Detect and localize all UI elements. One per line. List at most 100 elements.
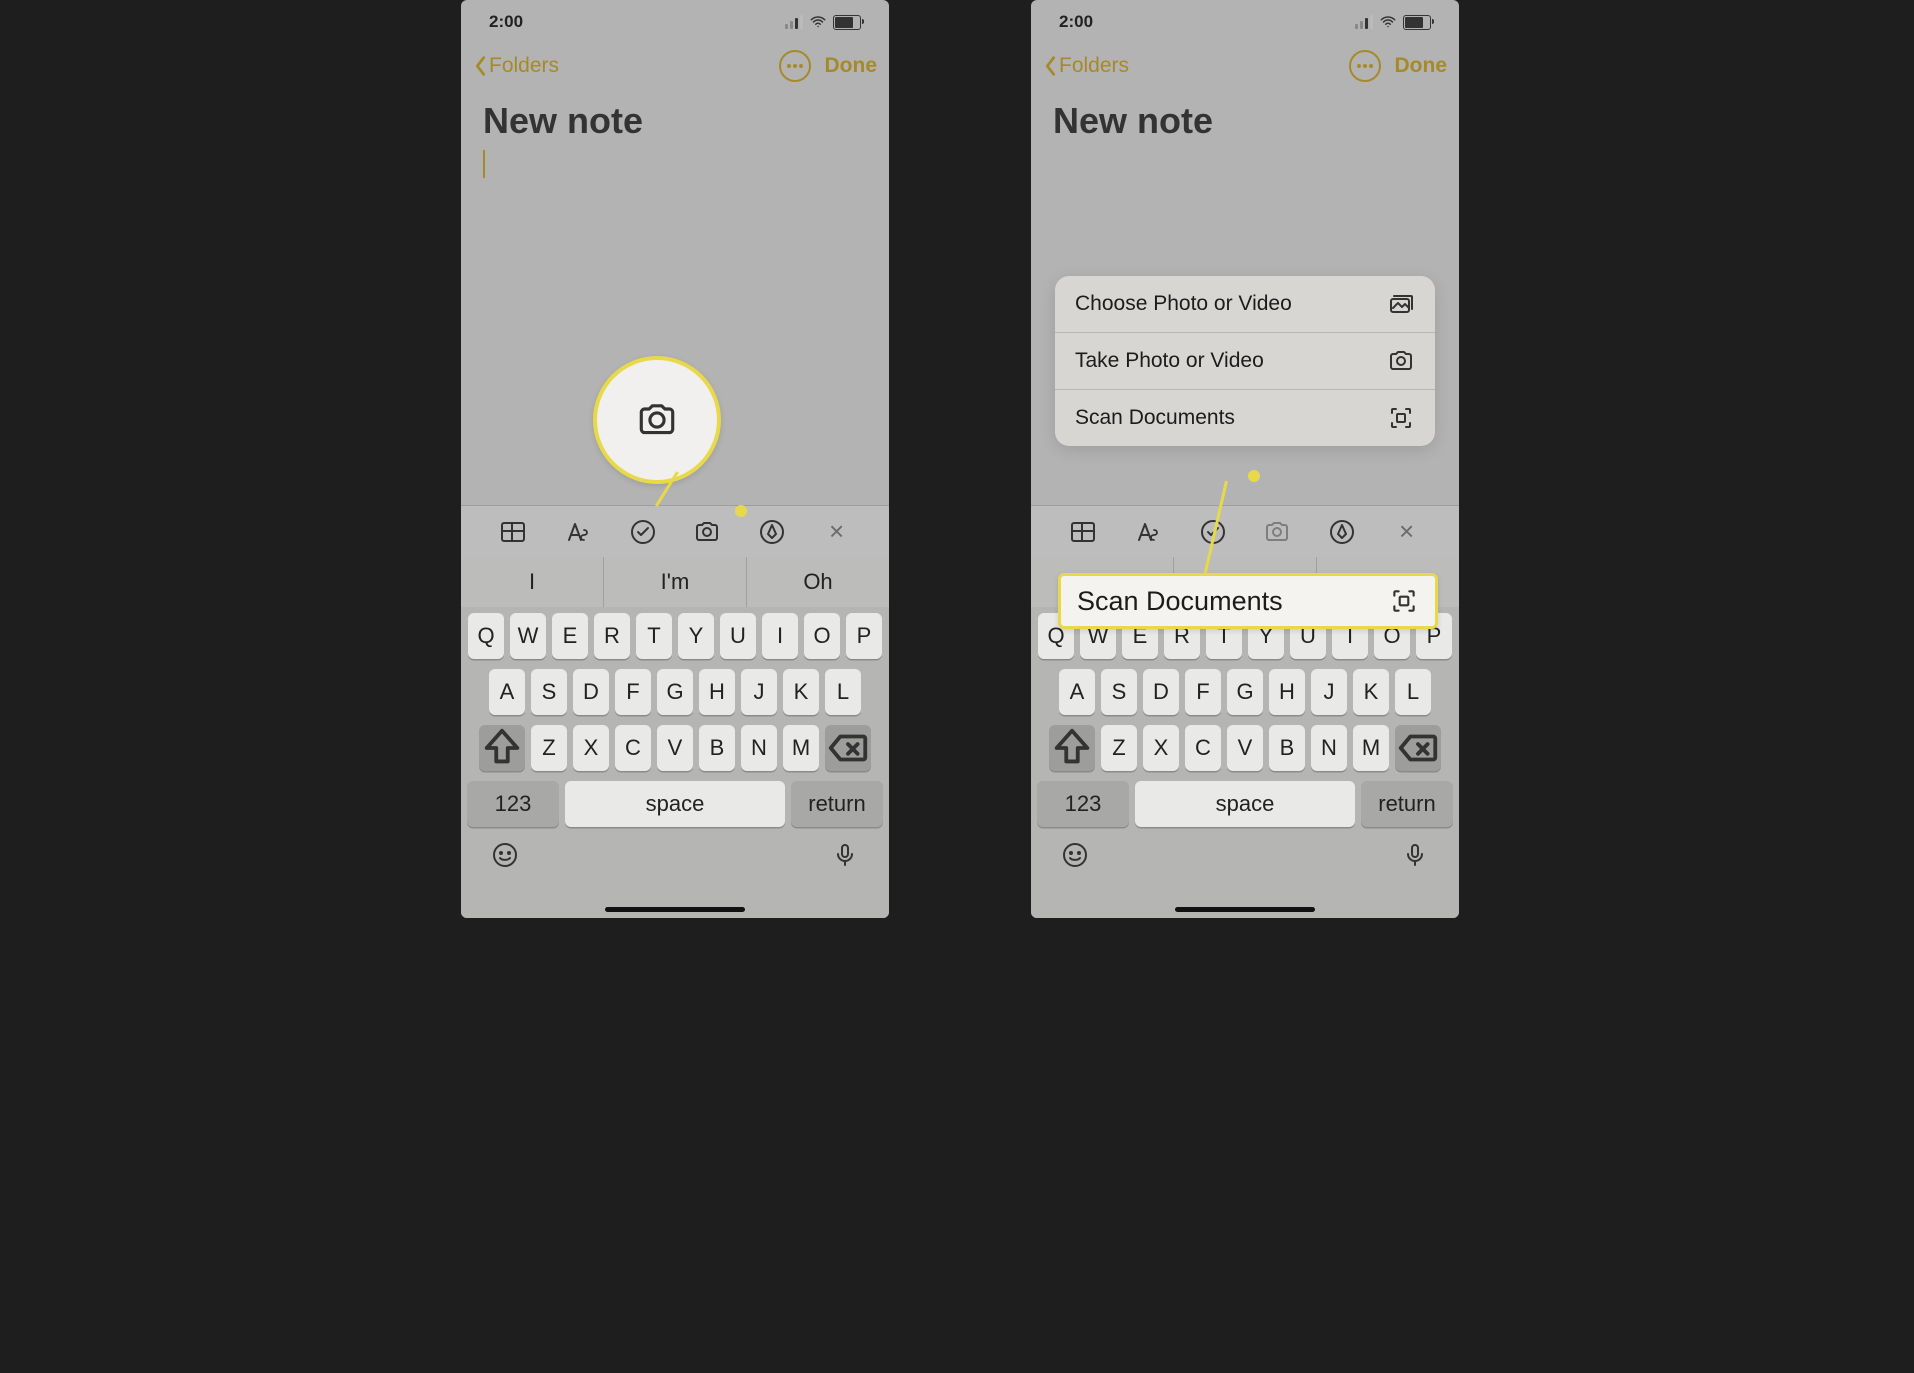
key-f[interactable]: F [615,669,651,715]
key-b[interactable]: B [1269,725,1305,771]
close-icon[interactable]: × [1392,517,1422,547]
return-key[interactable]: return [1361,781,1453,827]
key-q[interactable]: Q [468,613,504,659]
nav-bar: Folders Done [461,44,889,88]
highlight-dot [1248,470,1260,482]
done-button[interactable]: Done [1395,54,1448,78]
key-m[interactable]: M [1353,725,1389,771]
key-c[interactable]: C [615,725,651,771]
menu-take-photo[interactable]: Take Photo or Video [1055,333,1435,390]
key-z[interactable]: Z [1101,725,1137,771]
suggestion-1[interactable]: I [461,557,604,607]
more-button[interactable] [1349,50,1381,82]
numbers-key[interactable]: 123 [1037,781,1129,827]
note-body[interactable]: New note [461,88,889,186]
home-indicator[interactable] [1175,907,1315,912]
key-p[interactable]: P [846,613,882,659]
suggestion-2[interactable]: I'm [604,557,747,607]
key-t[interactable]: T [636,613,672,659]
checklist-icon[interactable] [628,517,658,547]
return-key[interactable]: return [791,781,883,827]
text-format-icon[interactable] [1133,517,1163,547]
note-body[interactable]: New note [1031,88,1459,158]
key-d[interactable]: D [573,669,609,715]
shift-key[interactable] [479,725,525,771]
dictation-key[interactable] [831,841,859,874]
battery-icon [1403,15,1431,30]
table-icon[interactable] [498,517,528,547]
callout-label: Scan Documents [1077,586,1283,617]
camera-icon[interactable] [692,517,722,547]
key-m[interactable]: M [783,725,819,771]
markup-icon[interactable] [757,517,787,547]
emoji-key[interactable] [1061,841,1089,874]
key-f[interactable]: F [1185,669,1221,715]
key-l[interactable]: L [1395,669,1431,715]
key-l[interactable]: L [825,669,861,715]
markup-icon[interactable] [1327,517,1357,547]
more-button[interactable] [779,50,811,82]
format-toolbar: × [1031,505,1459,557]
key-n[interactable]: N [1311,725,1347,771]
space-key[interactable]: space [1135,781,1355,827]
key-b[interactable]: B [699,725,735,771]
chevron-left-icon [473,55,487,77]
suggestion-3[interactable]: Oh [747,557,889,607]
key-n[interactable]: N [741,725,777,771]
format-toolbar: × [461,505,889,557]
back-button[interactable]: Folders [473,54,559,78]
key-u[interactable]: U [720,613,756,659]
key-v[interactable]: V [657,725,693,771]
nav-bar: Folders Done [1031,44,1459,88]
keyboard-suggestions: I I'm Oh [461,557,889,607]
key-c[interactable]: C [1185,725,1221,771]
camera-icon[interactable] [1262,517,1292,547]
done-button[interactable]: Done [825,54,878,78]
key-x[interactable]: X [573,725,609,771]
table-icon[interactable] [1068,517,1098,547]
back-label: Folders [489,54,559,78]
menu-choose-photo[interactable]: Choose Photo or Video [1055,276,1435,333]
key-i[interactable]: I [762,613,798,659]
key-j[interactable]: J [741,669,777,715]
space-key[interactable]: space [565,781,785,827]
backspace-key[interactable] [1395,725,1441,771]
key-e[interactable]: E [552,613,588,659]
key-a[interactable]: A [489,669,525,715]
emoji-key[interactable] [491,841,519,874]
key-g[interactable]: G [657,669,693,715]
home-indicator[interactable] [605,907,745,912]
back-button[interactable]: Folders [1043,54,1129,78]
scan-icon [1387,404,1415,432]
key-z[interactable]: Z [531,725,567,771]
key-a[interactable]: A [1059,669,1095,715]
key-g[interactable]: G [1227,669,1263,715]
text-format-icon[interactable] [563,517,593,547]
shift-key[interactable] [1049,725,1095,771]
key-r[interactable]: R [594,613,630,659]
key-j[interactable]: J [1311,669,1347,715]
backspace-key[interactable] [825,725,871,771]
signal-icon [1355,15,1373,29]
key-o[interactable]: O [804,613,840,659]
key-v[interactable]: V [1227,725,1263,771]
key-k[interactable]: K [783,669,819,715]
key-x[interactable]: X [1143,725,1179,771]
status-bar: 2:00 [461,0,889,44]
numbers-key[interactable]: 123 [467,781,559,827]
key-h[interactable]: H [699,669,735,715]
close-icon[interactable]: × [822,517,852,547]
key-s[interactable]: S [1101,669,1137,715]
key-w[interactable]: W [510,613,546,659]
key-h[interactable]: H [1269,669,1305,715]
text-cursor [483,150,485,178]
menu-scan-documents[interactable]: Scan Documents [1055,390,1435,446]
key-d[interactable]: D [1143,669,1179,715]
key-k[interactable]: K [1353,669,1389,715]
back-label: Folders [1059,54,1129,78]
signal-icon [785,15,803,29]
camera-menu: Choose Photo or Video Take Photo or Vide… [1055,276,1435,446]
dictation-key[interactable] [1401,841,1429,874]
key-s[interactable]: S [531,669,567,715]
key-y[interactable]: Y [678,613,714,659]
